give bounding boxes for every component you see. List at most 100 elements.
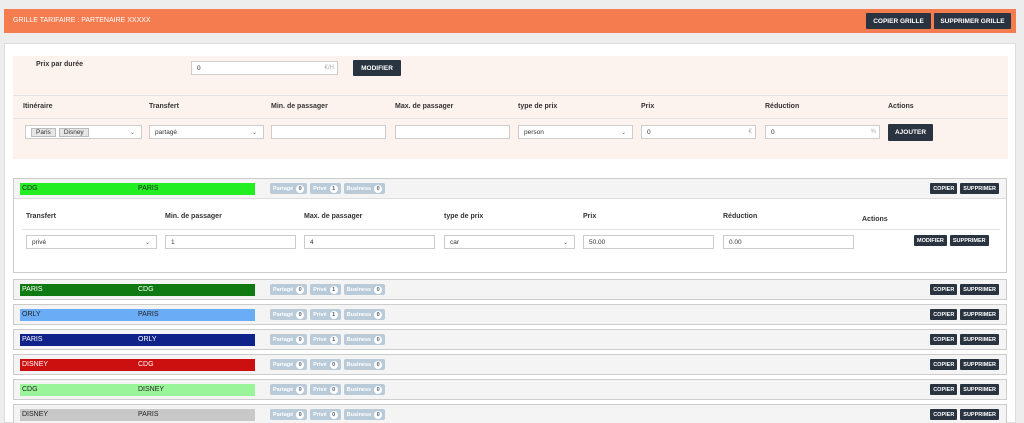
- badge-label: Privé: [313, 311, 327, 318]
- copy-route-button[interactable]: COPIER: [930, 359, 958, 370]
- badge-count: 0: [374, 360, 383, 369]
- delete-route-button[interactable]: SUPPRIMER: [960, 384, 999, 395]
- delete-row-button[interactable]: SUPPRIMER: [949, 235, 989, 246]
- route-to: ORLY: [138, 336, 157, 343]
- badge-count: 1: [329, 310, 338, 319]
- route-color-strip: CDG PARIS: [20, 183, 255, 195]
- delete-route-button[interactable]: SUPPRIMER: [960, 359, 999, 370]
- route-from: CDG: [22, 386, 38, 393]
- price-duration-input[interactable]: 0 €/H: [191, 61, 338, 75]
- min-passenger-input[interactable]: 1: [165, 235, 296, 249]
- col-actions: Actions: [888, 103, 914, 110]
- transfert-value: partagé: [155, 128, 178, 136]
- badge-business: Business 0: [343, 384, 386, 395]
- route-actions: COPIER SUPPRIMER: [927, 409, 999, 420]
- reduction-input[interactable]: 0.00: [723, 235, 854, 249]
- transfert-select[interactable]: privé ⌄: [26, 235, 157, 249]
- route-panel[interactable]: DISNEY CDG Partagé 0 Privé 0 Business 0 COPIER SU…: [13, 354, 1007, 375]
- price-input[interactable]: 50.00: [583, 235, 714, 249]
- badge-label: Business: [346, 386, 372, 393]
- reduction-input[interactable]: 0 %: [765, 125, 880, 139]
- delete-route-button[interactable]: SUPPRIMER: [960, 309, 999, 320]
- col-max: Max. de passager: [304, 213, 363, 220]
- copy-grid-button[interactable]: COPIER GRILLE: [866, 13, 931, 29]
- itinerary-tag[interactable]: Paris: [31, 127, 56, 137]
- badge-label: Partagé: [273, 311, 294, 318]
- badge-partage: Partagé 0: [270, 334, 308, 345]
- max-passenger-input[interactable]: 4: [304, 235, 435, 249]
- price-duration-value: 0: [197, 64, 201, 72]
- badge-business: Business 0: [343, 309, 386, 320]
- route-panel[interactable]: CDG DISNEY Partagé 0 Privé 0 Business 0 COPIER SU…: [13, 379, 1007, 400]
- chevron-down-icon: ⌄: [129, 130, 135, 136]
- delete-grid-button[interactable]: SUPPRIMER GRILLE: [934, 13, 1011, 29]
- transfert-select[interactable]: partagé ⌄: [149, 125, 264, 139]
- copy-route-button[interactable]: COPIER: [930, 284, 958, 295]
- chevron-down-icon: ⌄: [251, 130, 257, 136]
- route-to: DISNEY: [138, 386, 165, 393]
- badge-label: Business: [346, 286, 372, 293]
- modify-duration-button[interactable]: MODIFIER: [353, 60, 401, 76]
- modify-row-button[interactable]: MODIFIER: [914, 235, 947, 246]
- route-actions: COPIER SUPPRIMER: [927, 183, 999, 194]
- badge-partage: Partagé 0: [270, 384, 308, 395]
- delete-route-button[interactable]: SUPPRIMER: [960, 183, 999, 194]
- badge-label: Business: [346, 411, 372, 418]
- route-to: CDG: [138, 361, 154, 368]
- route-from: PARIS: [22, 336, 43, 343]
- route-to: PARIS: [138, 411, 159, 418]
- delete-route-button[interactable]: SUPPRIMER: [960, 284, 999, 295]
- route-panel[interactable]: PARIS ORLY Partagé 0 Privé 1 Business 0 COPIER SU…: [13, 329, 1007, 350]
- delete-route-button[interactable]: SUPPRIMER: [960, 334, 999, 345]
- route-panel[interactable]: ORLY PARIS Partagé 0 Privé 1 Business 0 COPIER SU…: [13, 304, 1007, 325]
- badge-label: Business: [346, 185, 372, 192]
- row-actions: MODIFIER SUPPRIMER: [914, 235, 989, 246]
- percent-addon: %: [870, 129, 876, 135]
- euro-addon: €: [748, 129, 752, 135]
- delete-route-button[interactable]: SUPPRIMER: [960, 409, 999, 420]
- itinerary-tag[interactable]: Disney: [58, 127, 89, 137]
- badge-count: 0: [296, 385, 305, 394]
- route-actions: COPIER SUPPRIMER: [927, 284, 999, 295]
- badge-business: Business 0: [343, 183, 386, 194]
- copy-route-button[interactable]: COPIER: [930, 409, 958, 420]
- badge-label: Privé: [313, 185, 327, 192]
- min-passenger-input[interactable]: [271, 125, 386, 139]
- reduction-value: 0: [771, 128, 775, 136]
- route-panel[interactable]: PARIS CDG Partagé 0 Privé 1 Business 0 COPIER SUP…: [13, 279, 1007, 300]
- badge-count: 0: [374, 385, 383, 394]
- price-type-select[interactable]: person ⌄: [518, 125, 633, 139]
- copy-route-button[interactable]: COPIER: [930, 309, 958, 320]
- badge-label: Privé: [313, 386, 327, 393]
- col-type-prix: type de prix: [444, 213, 484, 220]
- price-type-value: car: [450, 238, 460, 246]
- copy-route-button[interactable]: COPIER: [930, 334, 958, 345]
- badge-prive: Privé 0: [310, 359, 341, 370]
- badge-business: Business 0: [343, 334, 386, 345]
- divider: [13, 95, 1008, 96]
- price-type-value: person: [524, 128, 544, 136]
- route-badges: Partagé 0 Privé 1 Business 0: [270, 309, 388, 320]
- col-actions: Actions: [862, 216, 888, 223]
- price-input[interactable]: 0 €: [641, 125, 756, 139]
- badge-count: 0: [329, 360, 338, 369]
- route-panel[interactable]: DISNEY PARIS Partagé 0 Privé 0 Business 0 COPIER…: [13, 404, 1007, 423]
- add-button[interactable]: AJOUTER: [888, 124, 933, 141]
- itinerary-select[interactable]: Paris Disney ⌄: [25, 125, 142, 139]
- max-passenger-input[interactable]: [395, 125, 510, 139]
- badge-count: 0: [296, 310, 305, 319]
- badge-count: 0: [374, 335, 383, 344]
- badge-count: 1: [329, 184, 338, 193]
- route-color-strip: PARIS ORLY: [20, 334, 255, 346]
- price-type-select[interactable]: car ⌄: [444, 235, 575, 249]
- badge-count: 0: [296, 410, 305, 419]
- badge-label: Business: [346, 311, 372, 318]
- route-actions: COPIER SUPPRIMER: [927, 334, 999, 345]
- route-color-strip: CDG DISNEY: [20, 384, 255, 396]
- chevron-down-icon: ⌄: [144, 240, 150, 246]
- route-color-strip: DISNEY PARIS: [20, 409, 255, 421]
- copy-route-button[interactable]: COPIER: [930, 384, 958, 395]
- add-price-panel: Prix par durée 0 €/H MODIFIER Itinéraire…: [13, 56, 1008, 159]
- copy-route-button[interactable]: COPIER: [930, 183, 958, 194]
- route-from: PARIS: [22, 286, 43, 293]
